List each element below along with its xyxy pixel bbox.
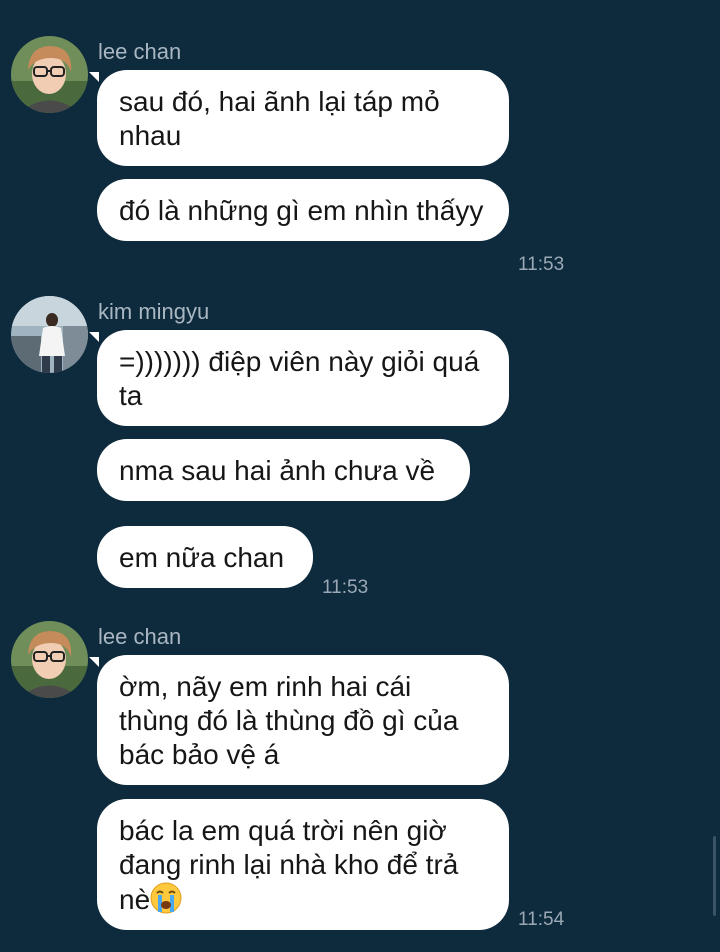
chat-view: lee chan sau đó, hai ãnh lại táp mỏ nhau…	[0, 0, 720, 952]
message-timestamp: 11:54	[518, 909, 565, 930]
message-bubble[interactable]: nma sau hai ảnh chưa về	[97, 439, 470, 501]
loudly-crying-face-emoji-icon	[150, 882, 182, 914]
kim-mingyu-avatar[interactable]	[11, 296, 88, 373]
message-bubble[interactable]: em nữa chan	[97, 526, 313, 588]
lee-chan-avatar[interactable]	[11, 36, 88, 113]
message-timestamp: 11:53	[518, 254, 565, 275]
message-bubble[interactable]: =))))))) điệp viên này giỏi quá ta	[89, 330, 509, 426]
sender-name: lee chan	[98, 624, 182, 649]
message-bubble[interactable]: đó là những gì em nhìn thấyy	[97, 179, 509, 241]
message-bubble[interactable]: ờm, nãy em rinh hai cái thùng đó là thùn…	[89, 655, 509, 785]
sender-name: kim mingyu	[98, 299, 210, 324]
message-bubble-with-emoji[interactable]: bác la em quá trời nên giờ đang rinh lại…	[97, 799, 509, 930]
lee-chan-avatar[interactable]	[11, 621, 88, 698]
sender-name: lee chan	[98, 39, 182, 64]
message-bubble[interactable]: sau đó, hai ãnh lại táp mỏ nhau	[89, 70, 509, 166]
message-timestamp: 11:53	[322, 577, 369, 598]
scrollbar[interactable]	[713, 836, 716, 916]
